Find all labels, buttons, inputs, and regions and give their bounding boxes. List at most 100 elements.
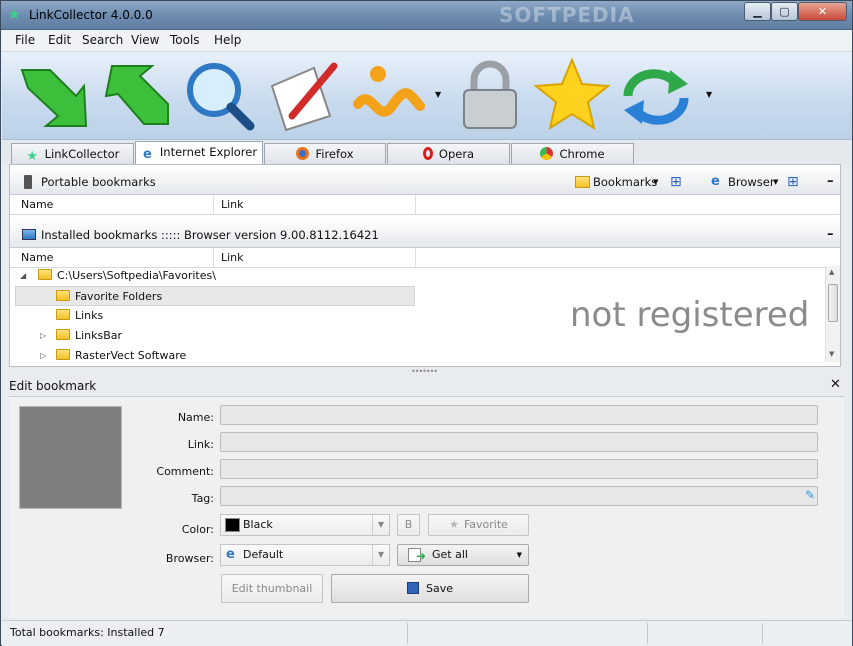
portable-collapse-button[interactable]: – xyxy=(827,174,834,189)
ie-icon: e xyxy=(226,547,235,562)
browser-dropdown-arrow[interactable]: ▼ xyxy=(773,178,778,186)
expand-arrow-icon[interactable]: ▷ xyxy=(40,346,46,366)
tag-label: Tag: xyxy=(191,492,214,505)
folder-icon xyxy=(56,329,70,340)
app-star-icon: ★ xyxy=(8,7,21,23)
scroll-down-arrow[interactable]: ▼ xyxy=(829,350,834,358)
minimize-button[interactable]: ▁ xyxy=(744,2,771,21)
search-magnifier-icon[interactable] xyxy=(180,56,260,134)
opera-icon xyxy=(422,147,433,160)
save-button[interactable]: Save xyxy=(331,574,529,603)
tree-row-links[interactable]: Links xyxy=(20,306,420,326)
color-label: Color: xyxy=(181,523,214,536)
browser-dropdown-button[interactable]: Browser xyxy=(728,175,775,189)
sync-dropdown-arrow[interactable]: ▼ xyxy=(706,90,712,99)
portable-bookmarks-header: Portable bookmarks Bookmarks ▼ ⊞ e Brows… xyxy=(10,169,840,195)
comment-label: Comment: xyxy=(156,465,214,478)
tab-label: Opera xyxy=(438,147,475,161)
installed-collapse-button[interactable]: – xyxy=(827,227,834,242)
edit-bookmark-title: Edit bookmark xyxy=(9,379,97,393)
bookmark-thumbnail xyxy=(19,406,122,509)
bold-button[interactable]: B xyxy=(397,514,420,536)
linkcollector-star-icon: ★ xyxy=(26,149,38,164)
tag-edit-icon[interactable]: ✎ xyxy=(805,488,815,502)
portable-col-link[interactable]: Link xyxy=(221,198,244,211)
close-button[interactable]: ✕ xyxy=(798,2,847,21)
folder-icon xyxy=(56,290,70,301)
edit-pencil-icon[interactable] xyxy=(264,56,344,134)
bookmarks-panel: Portable bookmarks Bookmarks ▼ ⊞ e Brows… xyxy=(9,164,841,367)
bookmarks-dropdown-arrow[interactable]: ▼ xyxy=(653,178,658,186)
browser-tabs: ★ LinkCollector e Internet Explorer Firefo… xyxy=(2,140,852,164)
browser-select[interactable]: e Default ▼ xyxy=(220,544,390,566)
menu-tools[interactable]: Tools xyxy=(170,33,200,47)
chevron-down-icon[interactable]: ▼ xyxy=(372,515,389,535)
expand-arrow-icon[interactable]: ▷ xyxy=(40,326,46,346)
status-bar: Total bookmarks: Installed 7 xyxy=(2,620,852,646)
tree-label: Favorite Folders xyxy=(75,290,163,303)
tree-label: RasterVect Software xyxy=(75,349,187,362)
chevron-down-icon[interactable]: ▼ xyxy=(372,545,389,565)
import-arrow-icon[interactable] xyxy=(14,56,94,134)
title-bar: ★ LinkCollector 4.0.0.0 SOFTPEDIA ▁ ▢ ✕ xyxy=(1,1,852,30)
tree-row-linksbar[interactable]: ▷ LinksBar xyxy=(20,326,420,346)
comment-field[interactable] xyxy=(220,459,818,479)
menu-edit[interactable]: Edit xyxy=(48,33,71,47)
favorite-button-label: Favorite xyxy=(463,518,508,531)
folder-icon xyxy=(38,269,52,280)
tree-row-rastervect[interactable]: ▷ RasterVect Software xyxy=(20,346,420,366)
tab-linkcollector[interactable]: ★ LinkCollector xyxy=(11,143,134,164)
collapse-arrow-icon[interactable]: ◢ xyxy=(20,266,26,286)
tree-scrollbar[interactable]: ▲ ▼ xyxy=(825,266,840,362)
installed-column-header: Name Link xyxy=(10,248,840,268)
color-swatch xyxy=(225,518,240,532)
scroll-thumb[interactable] xyxy=(828,284,838,322)
tag-field[interactable]: ✎ xyxy=(220,486,818,506)
link-label: Link: xyxy=(187,438,214,451)
menu-view[interactable]: View xyxy=(131,33,159,47)
tree-row-favorite-folders[interactable]: Favorite Folders xyxy=(15,286,415,306)
status-text: Total bookmarks: Installed 7 xyxy=(10,626,165,639)
tab-internet-explorer[interactable]: e Internet Explorer xyxy=(135,141,263,164)
sync-icon[interactable] xyxy=(616,56,696,134)
get-all-label: Get all xyxy=(432,548,468,561)
menu-file[interactable]: File xyxy=(15,33,35,47)
tab-chrome[interactable]: Chrome xyxy=(511,143,634,164)
tab-opera[interactable]: Opera xyxy=(387,143,510,164)
scroll-up-arrow[interactable]: ▲ xyxy=(829,268,834,276)
tree-row-favorites-root[interactable]: ◢ C:\Users\Softpedia\Favorites\ xyxy=(20,266,420,286)
app-window: ★ LinkCollector 4.0.0.0 SOFTPEDIA ▁ ▢ ✕ … xyxy=(0,0,853,646)
menu-search[interactable]: Search xyxy=(82,33,123,47)
maximize-button[interactable]: ▢ xyxy=(771,2,798,21)
link-field[interactable] xyxy=(220,432,818,452)
tab-firefox[interactable]: Firefox xyxy=(264,143,386,164)
installed-col-link[interactable]: Link xyxy=(221,251,244,264)
color-select[interactable]: Black ▼ xyxy=(220,514,390,536)
menu-bar: File Edit Search View Tools Help xyxy=(2,30,852,52)
name-label: Name: xyxy=(177,411,214,424)
watermark-logo: SOFTPEDIA xyxy=(499,3,635,27)
get-all-arrow-icon: ➜ xyxy=(416,549,427,563)
save-button-label: Save xyxy=(425,582,453,595)
favorite-star-icon: ★ xyxy=(449,518,459,531)
lock-icon[interactable] xyxy=(450,56,530,134)
portable-col-name[interactable]: Name xyxy=(21,198,53,211)
info-icon[interactable] xyxy=(348,56,428,134)
bookmarks-folder-icon xyxy=(575,176,590,188)
bookmarks-find-icon[interactable]: ⊞ xyxy=(670,174,682,190)
browser-find-icon[interactable]: ⊞ xyxy=(787,174,799,190)
get-all-button[interactable]: ➜ Get all ▼ xyxy=(397,544,529,566)
bookmarks-dropdown-button[interactable]: Bookmarks xyxy=(593,175,657,189)
favorite-star-icon[interactable] xyxy=(532,56,612,134)
color-value: Black xyxy=(243,518,273,531)
browser-ie-icon: e xyxy=(711,174,720,189)
export-arrow-icon[interactable] xyxy=(96,56,176,134)
edit-thumbnail-button[interactable]: Edit thumbnail xyxy=(221,574,323,603)
favorite-button[interactable]: ★ Favorite xyxy=(428,514,529,536)
info-dropdown-arrow[interactable]: ▼ xyxy=(435,90,441,99)
get-all-dropdown-arrow[interactable]: ▼ xyxy=(517,545,522,565)
installed-col-name[interactable]: Name xyxy=(21,251,53,264)
edit-close-button[interactable]: ✕ xyxy=(830,377,841,392)
menu-help[interactable]: Help xyxy=(214,33,241,47)
name-field[interactable] xyxy=(220,405,818,425)
